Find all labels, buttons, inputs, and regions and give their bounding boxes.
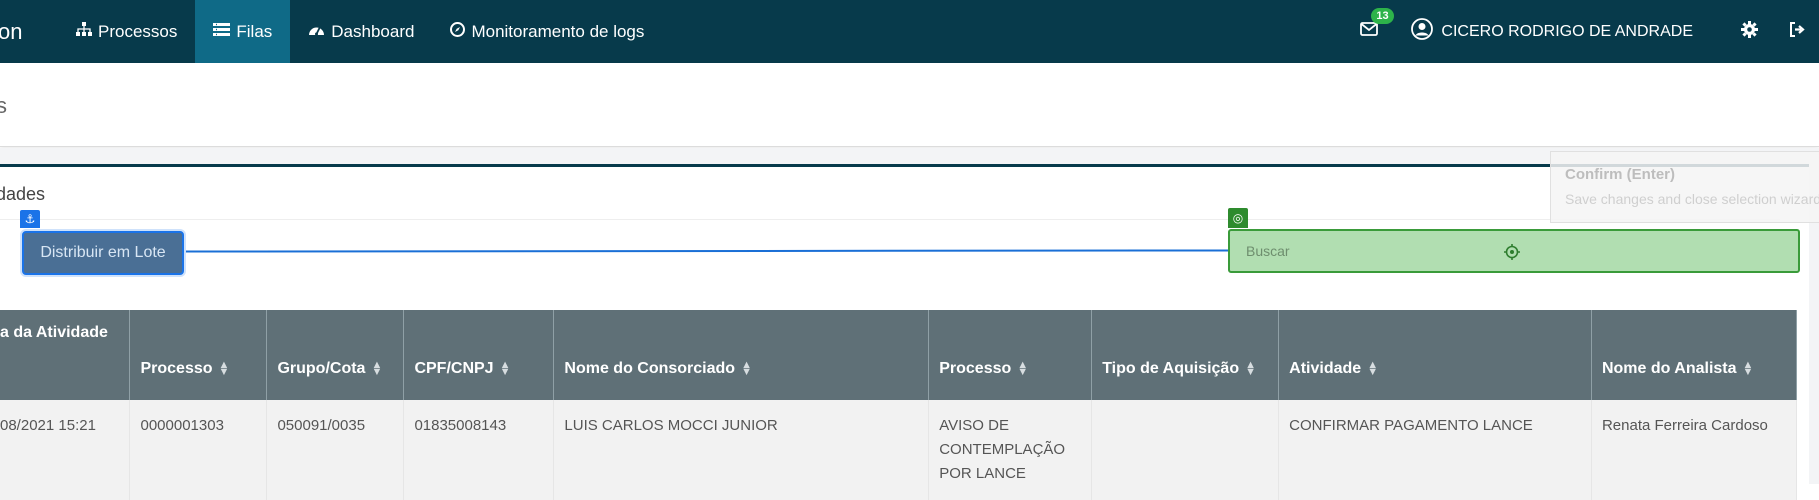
messages-button[interactable]: 13 — [1349, 8, 1394, 41]
top-navbar: on Processos Filas Dashboard Monitoramen… — [0, 0, 1819, 63]
nav-label-filas: Filas — [236, 21, 273, 41]
col-header-atividade[interactable]: Atividade ▲ ▼ — [1278, 310, 1592, 400]
activities-card: dades ⚓ Distribuir em Lote ◎ Buscar Conf… — [0, 151, 1819, 500]
col-header-tipo-aquisicao[interactable]: Tipo de Aquisição ▲ ▼ — [1091, 310, 1280, 400]
user-circle-icon — [1411, 18, 1434, 45]
batch-distribute-button[interactable]: Distribuir em Lote — [22, 231, 184, 275]
sign-out-icon — [1789, 21, 1806, 42]
user-menu[interactable]: CICERO RODRIGO DE ANDRADE — [1389, 18, 1723, 45]
cell-atividade: CONFIRMAR PAGAMENTO LANCE — [1278, 400, 1592, 500]
table-row[interactable]: 08/2021 15:21 0000001303 050091/0035 018… — [0, 400, 1798, 500]
page-header: s — [0, 63, 1819, 147]
crosshair-icon — [1504, 244, 1520, 265]
col-header-grupo-cota[interactable]: Grupo/Cota ▲ ▼ — [266, 310, 405, 400]
activities-table: a da Atividade Processo ▲ ▼ Grupo/Cota ▲ ▼ C… — [0, 310, 1798, 500]
gauge-icon — [308, 22, 325, 42]
card-divider — [0, 219, 1780, 220]
nav-label-monitoramento: Monitoramento de logs — [471, 21, 645, 41]
target-icon: ◎ — [1228, 208, 1248, 228]
cell-cpf-cnpj: 01835008143 — [403, 400, 555, 500]
brand-name[interactable]: on — [0, 19, 42, 45]
tooltip-title: Confirm (Enter) — [1565, 166, 1675, 183]
sitemap-icon — [76, 21, 92, 42]
cell-tipo-aquisicao — [1091, 400, 1280, 500]
cell-processo: 0000001303 — [129, 400, 268, 500]
envelope-icon — [1360, 22, 1379, 41]
nav-label-processos: Processos — [98, 21, 178, 41]
page-title: s — [0, 93, 7, 118]
cell-processo-2: AVISO DE CONTEMPLAÇÃO POR LANCE — [928, 400, 1093, 500]
nav-item-monitoramento[interactable]: Monitoramento de logs — [432, 0, 662, 63]
col-header-data-atividade[interactable]: a da Atividade — [0, 310, 131, 400]
card-title: dades — [0, 184, 46, 204]
settings-button[interactable] — [1723, 20, 1775, 43]
sort-icon: ▲ ▼ — [371, 358, 383, 378]
nav-item-processos[interactable]: Processos — [58, 0, 195, 63]
anchor-icon: ⚓ — [20, 210, 40, 228]
col-header-processo-2[interactable]: Processo ▲ ▼ — [928, 310, 1093, 400]
compass-icon — [450, 21, 466, 42]
cell-data-atividade: 08/2021 15:21 — [0, 400, 131, 500]
col-header-nome-analista[interactable]: Nome do Analista ▲ ▼ — [1591, 310, 1798, 400]
col-header-nome-consorciado[interactable]: Nome do Consorciado ▲ ▼ — [553, 310, 930, 400]
cell-grupo-cota: 050091/0035 — [266, 400, 405, 500]
col-header-cpf-cnpj[interactable]: CPF/CNPJ ▲ ▼ — [403, 310, 555, 400]
list-icon — [213, 22, 231, 42]
sort-icon: ▲ ▼ — [1742, 358, 1754, 378]
logout-button[interactable] — [1775, 21, 1819, 42]
nav-item-dashboard[interactable]: Dashboard — [290, 0, 432, 63]
confirm-tooltip: Confirm (Enter) Save changes and close s… — [1550, 151, 1819, 223]
sort-icon: ▲ ▼ — [741, 358, 752, 378]
sort-icon: ▲ ▼ — [1017, 358, 1029, 378]
user-name: CICERO RODRIGO DE ANDRADE — [1441, 22, 1693, 40]
nav-item-filas[interactable]: Filas — [195, 0, 291, 63]
cell-nome-consorciado: LUIS CARLOS MOCCI JUNIOR — [553, 400, 930, 500]
tooltip-subtitle: Save changes and close selection wizard — [1565, 191, 1819, 207]
nav-label-dashboard: Dashboard — [331, 21, 415, 41]
sort-icon: ▲ ▼ — [1367, 358, 1379, 378]
mail-count-badge: 13 — [1371, 8, 1394, 24]
sort-icon: ▲ ▼ — [218, 358, 230, 378]
connector-line — [185, 249, 1229, 253]
cell-nome-analista: Renata Ferreira Cardoso — [1591, 400, 1798, 500]
sort-icon: ▲ ▼ — [499, 358, 511, 378]
table-header-row: a da Atividade Processo ▲ ▼ Grupo/Cota ▲ ▼ C… — [0, 310, 1798, 400]
search-placeholder: Buscar — [1246, 243, 1290, 259]
gear-icon — [1740, 20, 1758, 43]
col-header-processo[interactable]: Processo ▲ ▼ — [129, 310, 268, 400]
sort-icon: ▲ ▼ — [1245, 358, 1256, 378]
